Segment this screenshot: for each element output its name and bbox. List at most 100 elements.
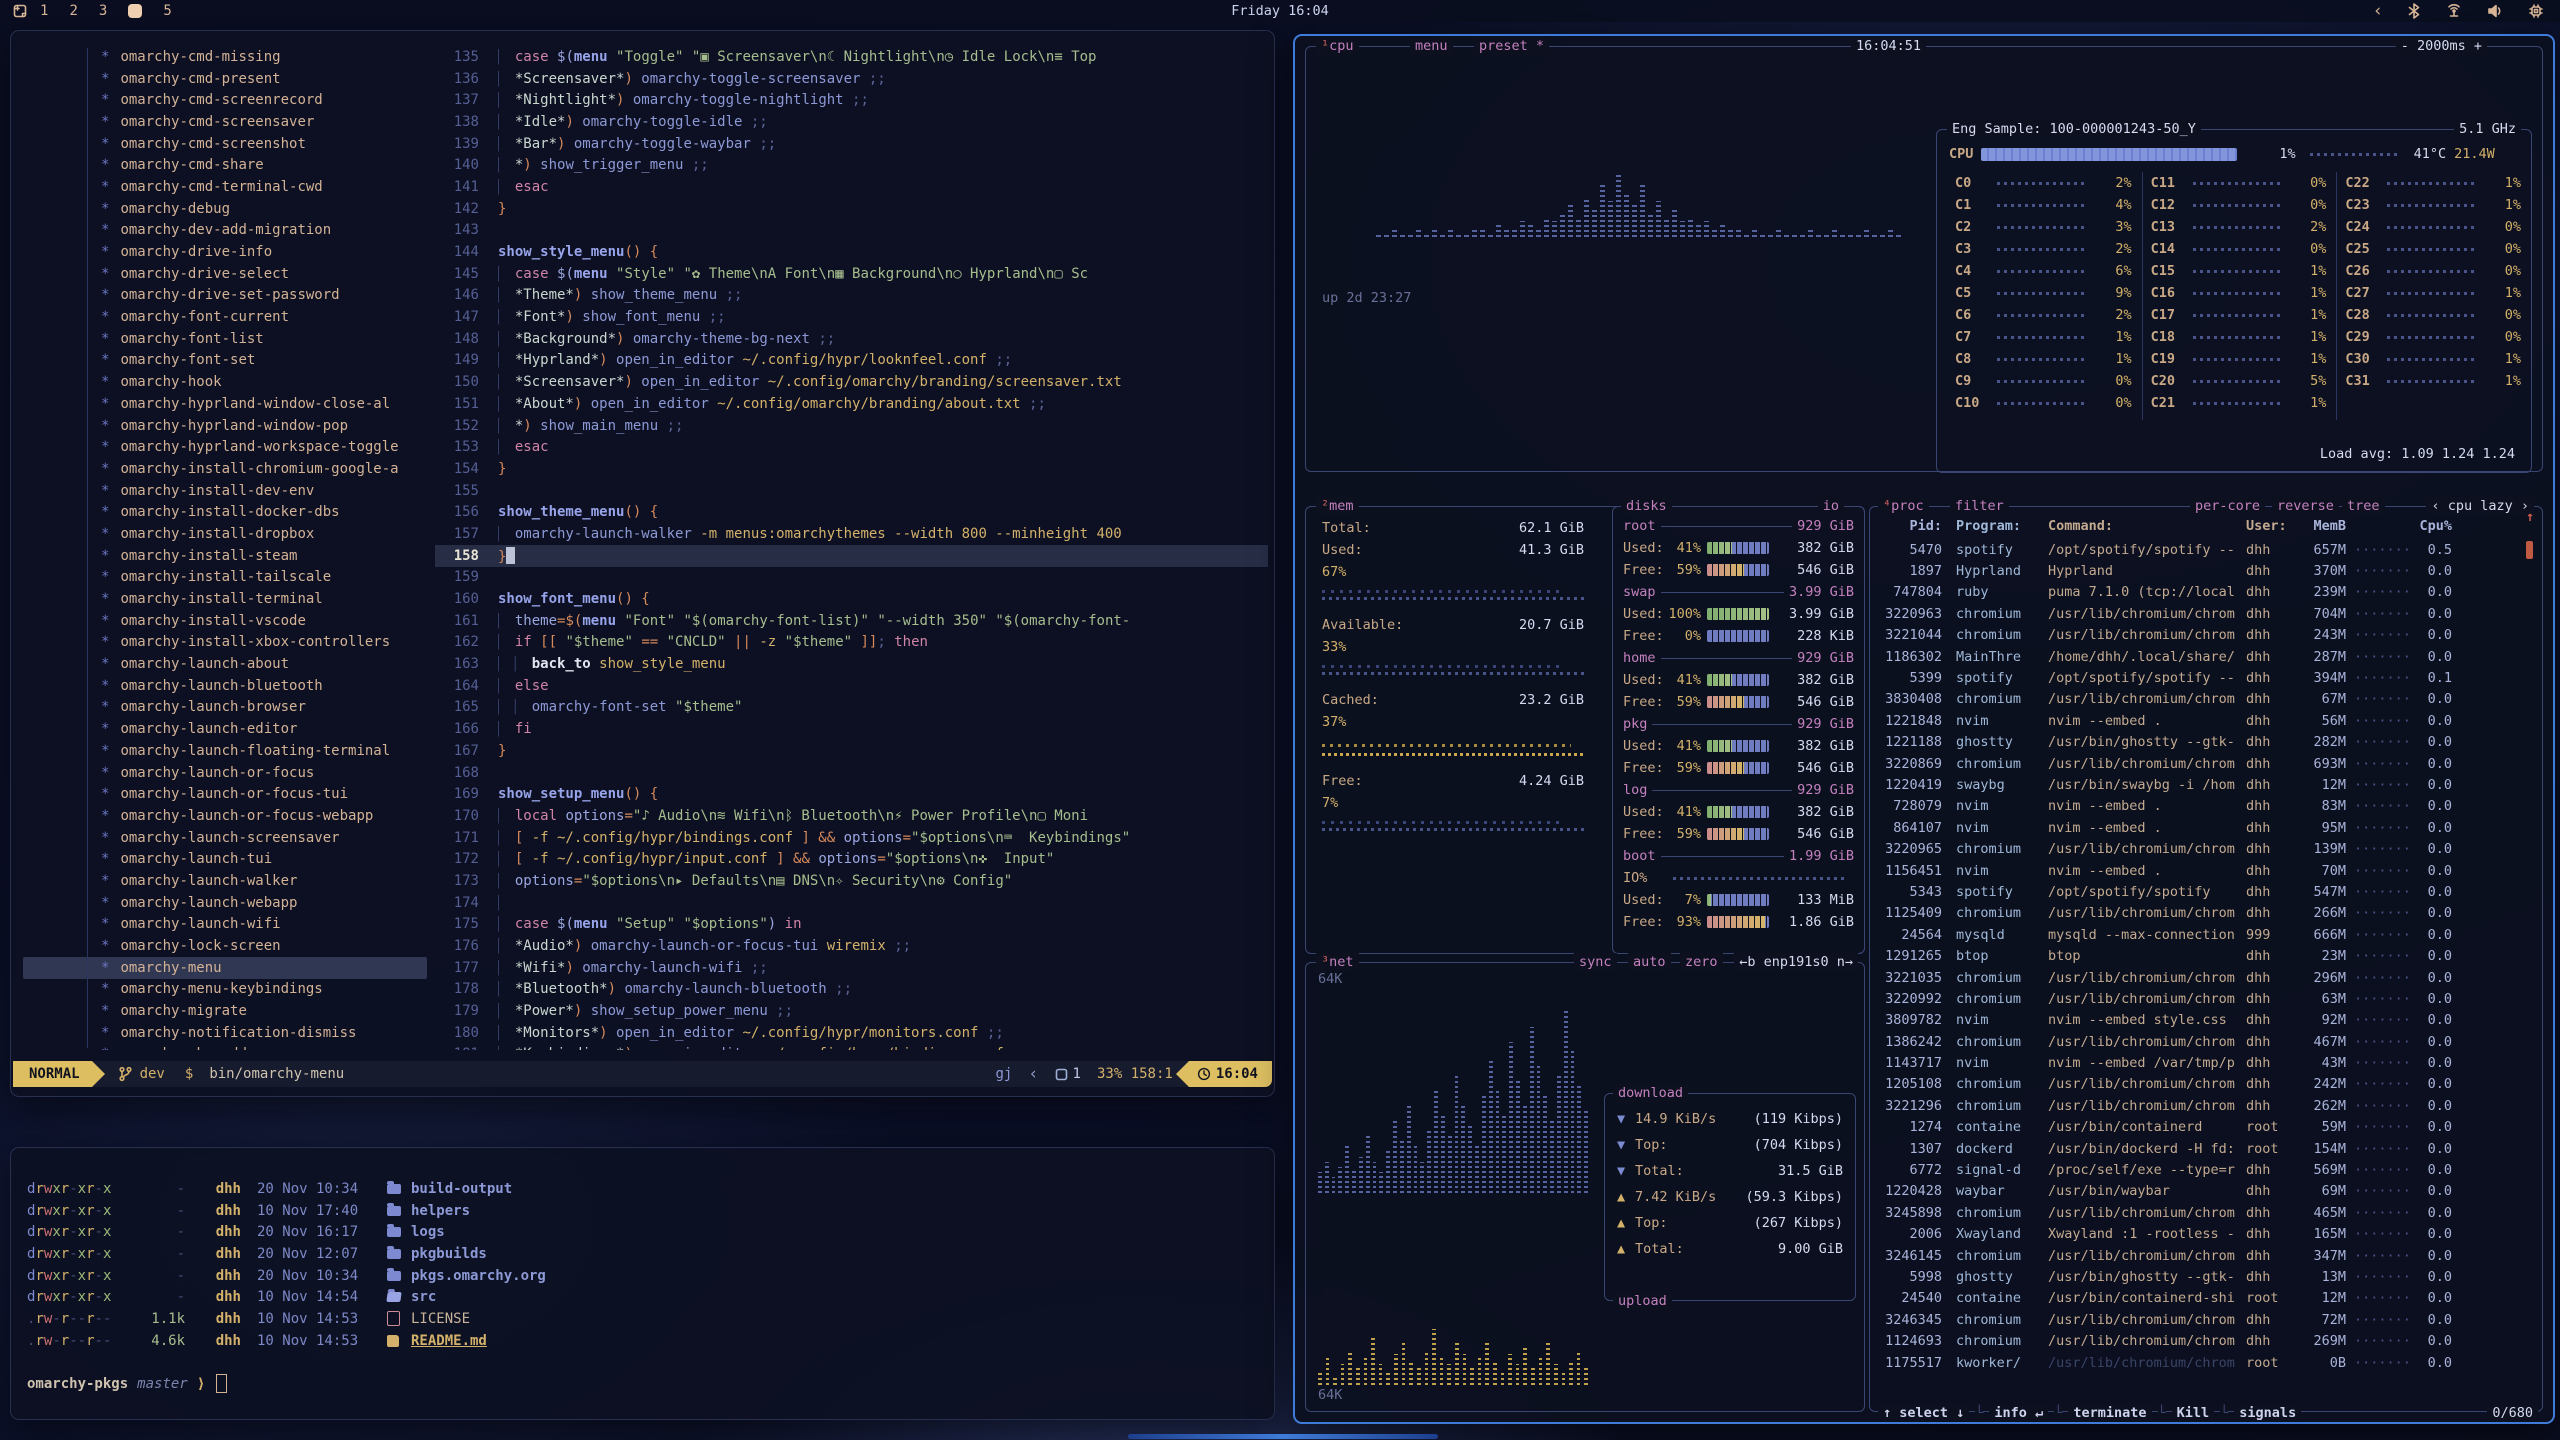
process-row[interactable]: 1221188ghostty/usr/bin/ghostty --gtk-dhh…	[1878, 732, 2516, 753]
code-line[interactable]: 154}	[435, 458, 1268, 480]
code-line[interactable]: 180▏ *Monitors*) open_in_editor ~/.confi…	[435, 1022, 1268, 1044]
workspace-3[interactable]: 3	[99, 3, 107, 19]
explorer-item[interactable]: *omarchy-hook	[23, 371, 427, 393]
explorer-item[interactable]: *omarchy-lock-screen	[23, 935, 427, 957]
code-line[interactable]: 176▏ *Audio*) omarchy-launch-or-focus-tu…	[435, 935, 1268, 957]
code-line[interactable]: 137▏ *Nightlight*) omarchy-toggle-nightl…	[435, 89, 1268, 111]
explorer-item[interactable]: *omarchy-font-set	[23, 350, 427, 372]
code-line[interactable]: 150▏ *Screensaver*) open_in_editor ~/.co…	[435, 371, 1268, 393]
process-row[interactable]: 5343spotify/opt/spotify/spotifydhh547M··…	[1878, 881, 2516, 902]
process-row[interactable]: 24540containe/usr/bin/containerd-shiroot…	[1878, 1288, 2516, 1309]
chevron-left-icon[interactable]: ‹	[2373, 3, 2383, 19]
process-row[interactable]: 1156451nvimnvim --embed .dhh70M·········…	[1878, 860, 2516, 881]
explorer-item[interactable]: *omarchy-launch-floating-terminal	[23, 740, 427, 762]
code-line[interactable]: 161▏ theme=$(menu "Font" "$(omarchy-font…	[435, 610, 1268, 632]
proc-header-row[interactable]: Pid: Program: Command: User: MemB Cpu%	[1878, 515, 2516, 537]
io-toggle[interactable]: io	[1818, 497, 1844, 515]
explorer-item[interactable]: *omarchy-dev-add-migration	[23, 220, 427, 242]
net-interface[interactable]: ←b enp191s0 n→	[1734, 953, 1858, 971]
reverse-toggle[interactable]: reverse	[2272, 497, 2339, 515]
code-line[interactable]: 151▏ *About*) open_in_editor ~/.config/o…	[435, 393, 1268, 415]
explorer-item[interactable]: *omarchy-hyprland-window-pop	[23, 415, 427, 437]
process-row[interactable]: 5399spotify/opt/spotify/spotify --dhh394…	[1878, 667, 2516, 688]
explorer-item[interactable]: *omarchy-install-vscode	[23, 610, 427, 632]
proc-panel-label[interactable]: ⁴proc	[1878, 497, 1929, 515]
code-line[interactable]: 167}	[435, 740, 1268, 762]
process-row[interactable]: 1124693chromium/usr/lib/chromium/chromdh…	[1878, 1330, 2516, 1351]
code-line[interactable]: 143	[435, 220, 1268, 242]
code-line[interactable]: 181▏ *Keybindings*) open_in_editor ~/.co…	[435, 1044, 1268, 1050]
explorer-item[interactable]: *omarchy-launch-or-focus-tui	[23, 783, 427, 805]
per-core-toggle[interactable]: per-core	[2190, 497, 2265, 515]
filter-button[interactable]: filter	[1950, 497, 2009, 515]
menu-button[interactable]: menu	[1410, 37, 1453, 55]
code-line[interactable]: 169show_setup_menu() {	[435, 783, 1268, 805]
process-row[interactable]: 1307dockerd/usr/bin/dockerd -H fd:root15…	[1878, 1138, 2516, 1159]
explorer-item[interactable]: *omarchy-install-dev-env	[23, 480, 427, 502]
process-row[interactable]: 747804rubypuma 7.1.0 (tcp://localdhh239M…	[1878, 582, 2516, 603]
code-line[interactable]: 157▏ omarchy-launch-walker -m menus:omar…	[435, 523, 1268, 545]
process-row[interactable]: 1291265btopbtopdhh23M·········0.0	[1878, 945, 2516, 966]
process-row[interactable]: 3246345chromium/usr/lib/chromium/chromdh…	[1878, 1309, 2516, 1330]
workspace-2[interactable]: 2	[69, 3, 77, 19]
code-line[interactable]: 163▏ ▏ back_to show_style_menu	[435, 653, 1268, 675]
process-row[interactable]: 3246145chromium/usr/lib/chromium/chromdh…	[1878, 1245, 2516, 1266]
process-row[interactable]: 3221296chromium/usr/lib/chromium/chromdh…	[1878, 1095, 2516, 1116]
signals-key[interactable]: signals	[2234, 1405, 2301, 1421]
process-row[interactable]: 3220965chromium/usr/lib/chromium/chromdh…	[1878, 838, 2516, 859]
explorer-item[interactable]: *omarchy-cmd-screensaver	[23, 111, 427, 133]
code-line[interactable]: 152▏ *) show_main_menu ;;	[435, 415, 1268, 437]
net-auto-toggle[interactable]: auto	[1628, 953, 1671, 971]
code-line[interactable]: 173▏ options="$options\n▸ Defaults\n▤ DN…	[435, 870, 1268, 892]
process-row[interactable]: 6772signal-d/proc/self/exe --type=rdhh56…	[1878, 1159, 2516, 1180]
open-file-path[interactable]: bin/omarchy-menu	[209, 1066, 344, 1082]
tree-toggle[interactable]: tree	[2342, 497, 2385, 515]
code-line[interactable]: 175▏ case $(menu "Setup" "$options") in	[435, 914, 1268, 936]
explorer-item[interactable]: *omarchy-install-docker-dbs	[23, 501, 427, 523]
code-line[interactable]: 144show_style_menu() {	[435, 241, 1268, 263]
process-row[interactable]: 1205108chromium/usr/lib/chromium/chromdh…	[1878, 1074, 2516, 1095]
code-line[interactable]: 172▏ [ -f ~/.config/hypr/input.conf ] &&…	[435, 848, 1268, 870]
process-row[interactable]: 1274containe/usr/bin/containerdroot59M··…	[1878, 1117, 2516, 1138]
code-line[interactable]: 178▏ *Bluetooth*) omarchy-launch-bluetoo…	[435, 979, 1268, 1001]
bar-clock[interactable]: Friday 16:04	[1231, 3, 1329, 19]
process-row[interactable]: 3220869chromium/usr/lib/chromium/chromdh…	[1878, 753, 2516, 774]
code-line[interactable]: 148▏ *Background*) omarchy-theme-bg-next…	[435, 328, 1268, 350]
explorer-item[interactable]: *omarchy-install-steam	[23, 545, 427, 567]
explorer-item[interactable]: *omarchy-drive-info	[23, 241, 427, 263]
chip-icon[interactable]	[2528, 3, 2544, 19]
code-line[interactable]: 155	[435, 480, 1268, 502]
code-line[interactable]: 146▏ *Theme*) show_theme_menu ;;	[435, 285, 1268, 307]
explorer-item[interactable]: *omarchy-launch-wifi	[23, 914, 427, 936]
code-line[interactable]: 165▏ ▏ omarchy-font-set "$theme"	[435, 697, 1268, 719]
code-line[interactable]: 141▏ esac	[435, 176, 1268, 198]
network-panel-label[interactable]: ³net	[1316, 953, 1359, 971]
code-line[interactable]: 138▏ *Idle*) omarchy-toggle-idle ;;	[435, 111, 1268, 133]
workspace-1[interactable]: 1	[40, 3, 48, 19]
process-row[interactable]: 5998ghostty/usr/bin/ghostty --gtk-dhh13M…	[1878, 1266, 2516, 1287]
code-line[interactable]: 158}	[435, 545, 1268, 567]
code-line[interactable]: 147▏ *Font*) show_font_menu ;;	[435, 306, 1268, 328]
explorer-item[interactable]: *omarchy-launch-screensaver	[23, 827, 427, 849]
process-row[interactable]: 1220428waybar/usr/bin/waybardhh69M······…	[1878, 1181, 2516, 1202]
explorer-item[interactable]: *omarchy-launch-bluetooth	[23, 675, 427, 697]
explorer-item[interactable]: *omarchy-font-current	[23, 306, 427, 328]
process-row[interactable]: 1897HyprlandHyprlanddhh370M·········0.0	[1878, 560, 2516, 581]
process-row[interactable]: 3809782nvimnvim --embed style.cssdhh92M·…	[1878, 1010, 2516, 1031]
explorer-item[interactable]: *omarchy-cmd-screenshot	[23, 133, 427, 155]
process-row[interactable]: 3220992chromium/usr/lib/chromium/chromdh…	[1878, 988, 2516, 1009]
code-line[interactable]: 142}	[435, 198, 1268, 220]
sort-selector[interactable]: ‹ cpu lazy ›	[2426, 497, 2534, 515]
explorer-item[interactable]: *omarchy-menu	[23, 957, 427, 979]
process-row[interactable]: 24564mysqldmysqld --max-connection999666…	[1878, 924, 2516, 945]
code-line[interactable]: 168	[435, 762, 1268, 784]
code-line[interactable]: 171▏ [ -f ~/.config/hypr/bindings.conf ]…	[435, 827, 1268, 849]
code-line[interactable]: 160show_font_menu() {	[435, 588, 1268, 610]
process-row[interactable]: 1220419swaybg/usr/bin/swaybg -i /homdhh1…	[1878, 774, 2516, 795]
code-line[interactable]: 179▏ *Power*) show_setup_power_menu ;;	[435, 1000, 1268, 1022]
select-keys[interactable]: ↑ select ↓	[1878, 1405, 1969, 1421]
code-line[interactable]: 156show_theme_menu() {	[435, 501, 1268, 523]
code-line[interactable]: 164▏ else	[435, 675, 1268, 697]
volume-icon[interactable]	[2487, 3, 2504, 19]
explorer-item[interactable]: *omarchy-install-chromium-google-a	[23, 458, 427, 480]
